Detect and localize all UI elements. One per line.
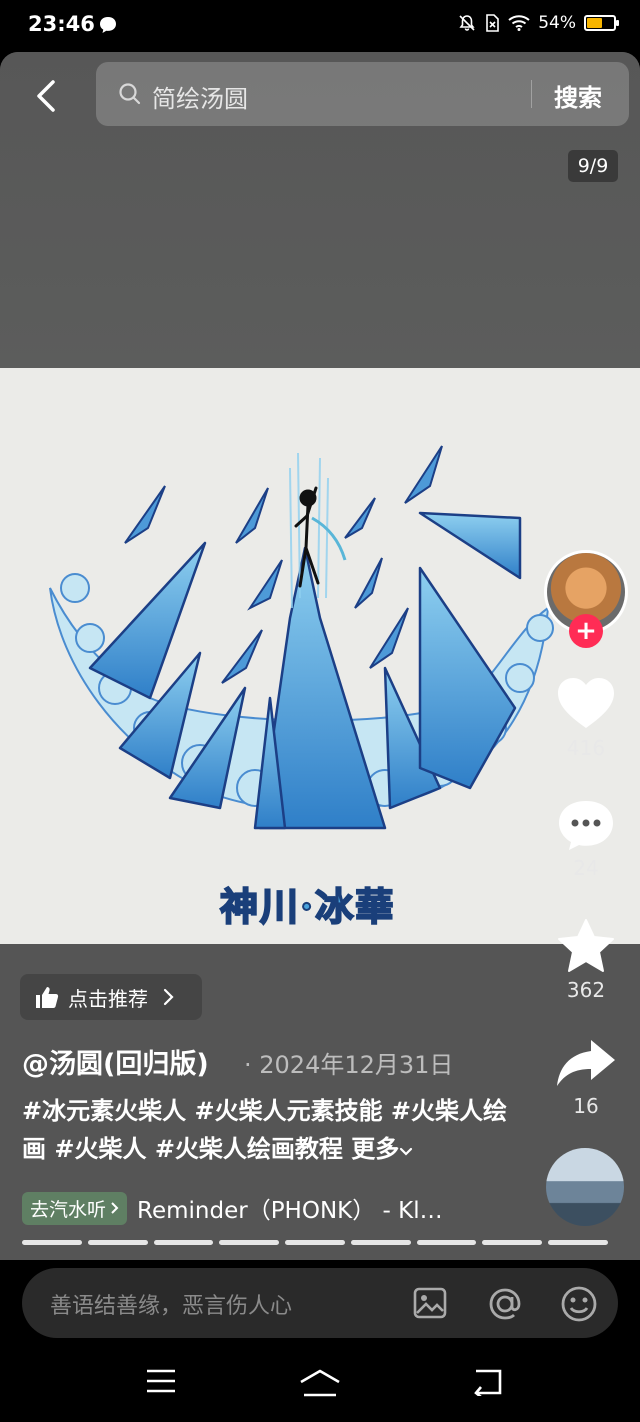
chevron-down-icon [400, 1147, 413, 1156]
search-button[interactable]: 搜索 [554, 78, 602, 113]
comment-icon [559, 801, 613, 850]
message-notification-icon [100, 17, 116, 33]
search-input[interactable]: 简绘汤圆 [152, 79, 248, 114]
recommend-button[interactable]: 点击推荐 [20, 974, 202, 1020]
progress-segment [548, 1240, 609, 1245]
post-description[interactable]: #冰元素火柴人 #火柴人元素技能 #火柴人绘画 #火柴人 #火柴人绘画教程 更多 [22, 1092, 522, 1168]
follow-button[interactable]: + [569, 614, 603, 648]
music-title[interactable]: Reminder（PHONK） - Kl… [137, 1191, 443, 1225]
ice-crystal-drawing [49, 445, 554, 830]
post-image[interactable]: 神川·冰華 [0, 368, 640, 944]
open-music-app-button[interactable]: 去汽水听 [22, 1191, 128, 1225]
progress-segment [22, 1240, 82, 1245]
status-bar: 23:46 54% [0, 0, 640, 52]
home-icon[interactable] [298, 1368, 342, 1398]
thumbs-up-icon [36, 987, 59, 1008]
system-nav-bar [0, 1350, 640, 1422]
back-button[interactable] [26, 74, 66, 118]
progress-segment [153, 1240, 214, 1245]
comment-bar[interactable]: 善语结善缘，恶言伤人心 [22, 1268, 618, 1338]
favorite-button[interactable]: 362 [546, 918, 626, 1002]
share-arrow-icon [557, 1040, 615, 1086]
comment-input[interactable]: 善语结善缘，恶言伤人心 [50, 1288, 292, 1320]
author-name[interactable]: @汤圆(回归版) [22, 1042, 209, 1081]
menu-icon[interactable] [146, 1368, 176, 1394]
more-label: 更多 [351, 1135, 400, 1163]
share-count: 16 [573, 1094, 599, 1118]
image-icon[interactable] [412, 1285, 448, 1321]
music-tag-label: 去汽水听 [30, 1198, 107, 1221]
progress-segment [482, 1240, 543, 1245]
post-date: · 2024年12月31日 [244, 1051, 454, 1079]
search-icon [119, 83, 141, 105]
plus-icon: + [575, 616, 597, 646]
battery-percent: 54% [538, 13, 576, 33]
heart-icon [558, 678, 614, 728]
chevron-right-icon [163, 988, 174, 1006]
search-bar[interactable]: 简绘汤圆 搜索 [96, 62, 629, 126]
progress-segment [87, 1240, 148, 1245]
like-count: 416 [566, 736, 606, 760]
like-button[interactable]: 416 [546, 676, 626, 760]
comment-count: 24 [573, 856, 599, 880]
artwork-caption: 神川·冰華 [219, 883, 396, 930]
battery-level [587, 18, 603, 28]
chevron-right-icon [111, 1202, 119, 1214]
progress-segment [416, 1240, 477, 1245]
battery-icon [584, 15, 619, 31]
progress-segment [350, 1240, 411, 1245]
chevron-left-icon [37, 80, 55, 112]
music-row[interactable]: 去汽水听 Reminder（PHONK） - Kl… [22, 1190, 522, 1226]
post-hashtags[interactable]: #冰元素火柴人 #火柴人元素技能 #火柴人绘画 #火柴人 #火柴人绘画教程 [22, 1097, 507, 1163]
status-icons: 54% [458, 13, 619, 33]
mute-bell-icon [459, 15, 475, 31]
status-time: 23:46 [28, 12, 95, 36]
back-nav-icon[interactable] [472, 1368, 504, 1396]
image-progress [22, 1240, 609, 1245]
recommend-label: 点击推荐 [68, 986, 148, 1011]
comment-button[interactable]: 24 [546, 798, 626, 880]
post-card: 简绘汤圆 搜索 9/9 神川·冰華 + 416 24 362 16 点击推荐 @… [0, 52, 640, 1260]
post-date-value: 2024年12月31日 [259, 1051, 454, 1079]
image-page-counter: 9/9 [568, 150, 618, 182]
star-icon [558, 919, 614, 972]
no-sim-icon [486, 14, 500, 32]
favorite-count: 362 [566, 978, 606, 1002]
wifi-icon [508, 15, 530, 31]
mention-icon[interactable] [486, 1285, 524, 1323]
emoji-icon[interactable] [560, 1285, 598, 1323]
progress-segment [219, 1240, 280, 1245]
search-divider [531, 80, 532, 108]
share-button[interactable]: 16 [546, 1038, 626, 1118]
progress-segment [285, 1240, 345, 1245]
music-disc-avatar[interactable] [546, 1148, 624, 1226]
more-button[interactable]: 更多 [351, 1135, 413, 1163]
